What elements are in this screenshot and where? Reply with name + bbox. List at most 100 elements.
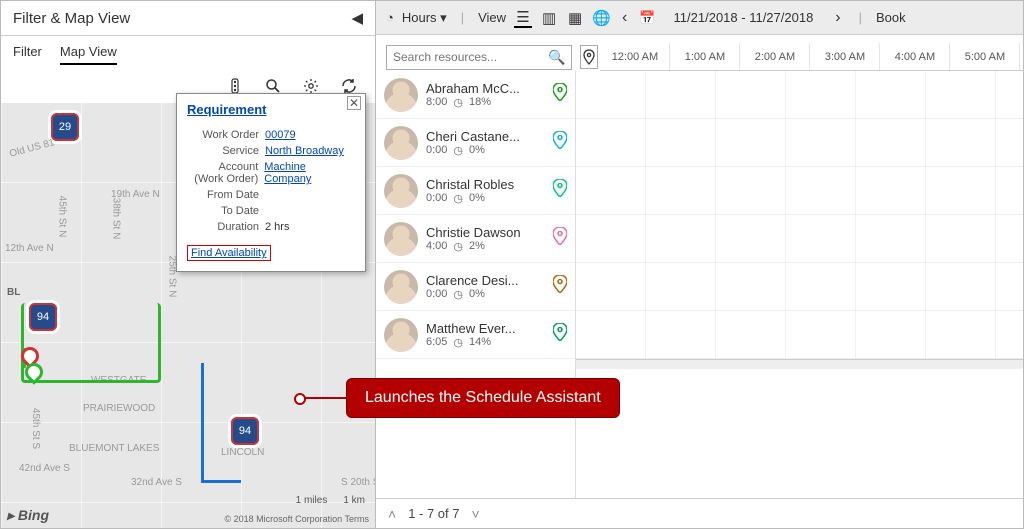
resource-row[interactable]: Christie Dawson 4:00 ◷ 2% [376,215,575,263]
label-account: Account (Work Order) [187,161,264,185]
time-slot: 6:0 [1020,43,1024,70]
timeline-row[interactable] [576,263,1023,311]
resource-hours: 4:00 [426,240,447,252]
requirement-link[interactable]: Requirement [187,102,266,117]
resource-name: Clarence Desi... [426,273,545,288]
resource-pct: 2% [469,240,485,252]
account-link[interactable]: Machine Company [264,161,311,185]
tab-filter[interactable]: Filter [13,44,42,65]
pin-icon[interactable] [553,179,567,202]
callout-annotation: Launches the Schedule Assistant [346,378,620,418]
schedule-toolbar: ◔ Hours ▾ | View ☰ ▥ ▦ 🌐 ‹ 📅 11/21/2018 … [376,1,1023,35]
label-service: Service [187,145,265,157]
view-vertical-icon[interactable]: ▥ [540,9,558,27]
next-range-icon[interactable]: › [831,9,844,27]
time-slot: 4:00 AM [880,43,950,70]
clock-icon: ◷ [453,96,463,109]
road-label: 45th St N [56,196,67,238]
find-availability-link[interactable]: Find Availability [187,245,271,261]
calendar-icon[interactable]: 📅 [639,10,655,26]
page-down-icon[interactable]: ˅ [472,506,480,522]
avatar [384,222,418,256]
panel-title: Filter & Map View [13,10,130,27]
label-to-date: To Date [187,205,265,217]
resource-row[interactable]: Clarence Desi... 0:00 ◷ 0% [376,263,575,311]
time-slot: 2:00 AM [740,43,810,70]
resource-pct: 14% [469,336,491,348]
tab-map-view[interactable]: Map View [60,44,117,65]
timeline-row[interactable] [576,311,1023,359]
date-range[interactable]: 11/21/2018 - 11/27/2018 [674,10,814,25]
collapse-left-icon[interactable]: ◀ [351,9,363,27]
page-up-icon[interactable]: ˄ [388,506,396,522]
clock-icon: ◷ [453,192,463,205]
clock-icon: ◷ [453,144,463,157]
clock-icon: ◔ [386,10,394,25]
pin-icon[interactable] [553,131,567,154]
pin-icon[interactable] [553,227,567,250]
resource-pct: 0% [469,288,485,300]
resource-hours: 0:00 [426,288,447,300]
location-icon[interactable] [580,45,598,69]
resource-hours: 0:00 [426,192,447,204]
resource-hours: 6:05 [426,336,447,348]
book-button[interactable]: Book [876,10,906,25]
road-label: 38th St N [110,198,121,240]
road-label: 42nd Ave S [19,463,70,474]
time-slot: 5:00 AM [950,43,1020,70]
resource-name: Christal Robles [426,177,545,192]
resource-row[interactable]: Cheri Castane... 0:00 ◷ 0% [376,119,575,167]
map-copyright: © 2018 Microsoft Corporation Terms [224,514,369,524]
pin-icon[interactable] [553,83,567,106]
hwy-29-shield: 29 [51,113,79,141]
avatar [384,126,418,160]
road-label: 12th Ave N [5,243,54,254]
resource-name: Christie Dawson [426,225,545,240]
pin-icon[interactable] [553,323,567,346]
pin-icon[interactable] [553,275,567,298]
duration-value: 2 hrs [265,221,289,233]
timeline-row[interactable] [576,119,1023,167]
resource-hours: 8:00 [426,96,447,108]
resource-row[interactable]: Matthew Ever... 6:05 ◷ 14% [376,311,575,359]
avatar [384,78,418,112]
time-slot: 1:00 AM [670,43,740,70]
label-from-date: From Date [187,189,265,201]
timeline-row[interactable] [576,167,1023,215]
resource-pct: 0% [469,144,485,156]
avatar [384,318,418,352]
resource-name: Matthew Ever... [426,321,545,336]
resource-name: Cheri Castane... [426,129,545,144]
horizontal-scrollbar[interactable] [576,359,1023,369]
avatar [384,174,418,208]
resource-hours: 0:00 [426,144,447,156]
hours-dropdown[interactable]: Hours ▾ [402,10,447,26]
view-grid-icon[interactable]: ▦ [566,9,584,27]
work-order-link[interactable]: 00079 [265,129,296,141]
view-globe-icon[interactable]: 🌐 [592,9,610,27]
bing-logo: ▸ Bing [7,507,49,524]
timeline-row[interactable] [576,71,1023,119]
timeline-row[interactable] [576,215,1023,263]
resource-pct: 18% [469,96,491,108]
road-label: BLUEMONT LAKES [69,443,159,454]
view-list-icon[interactable]: ☰ [514,8,532,28]
prev-range-icon[interactable]: ‹ [618,9,631,27]
label-work-order: Work Order [187,129,265,141]
time-slot: 12:00 AM [600,43,670,70]
road-label: 45th St S [30,408,41,449]
clock-icon: ◷ [453,288,463,301]
service-link[interactable]: North Broadway [265,145,344,157]
resource-row[interactable]: Abraham McC... 8:00 ◷ 18% [376,71,575,119]
resource-row[interactable]: Christal Robles 0:00 ◷ 0% [376,167,575,215]
close-icon[interactable]: ✕ [347,96,361,110]
road-label: 32nd Ave S [131,477,182,488]
road-label: BL [7,287,20,298]
search-icon[interactable]: 🔍 [548,49,565,66]
road-label: S 20th St [341,477,375,488]
clock-icon: ◷ [453,240,463,253]
search-input[interactable] [393,50,548,64]
callout-connector [300,397,346,399]
resource-name: Abraham McC... [426,81,545,96]
map-scale: 1 miles 1 km [296,495,365,506]
